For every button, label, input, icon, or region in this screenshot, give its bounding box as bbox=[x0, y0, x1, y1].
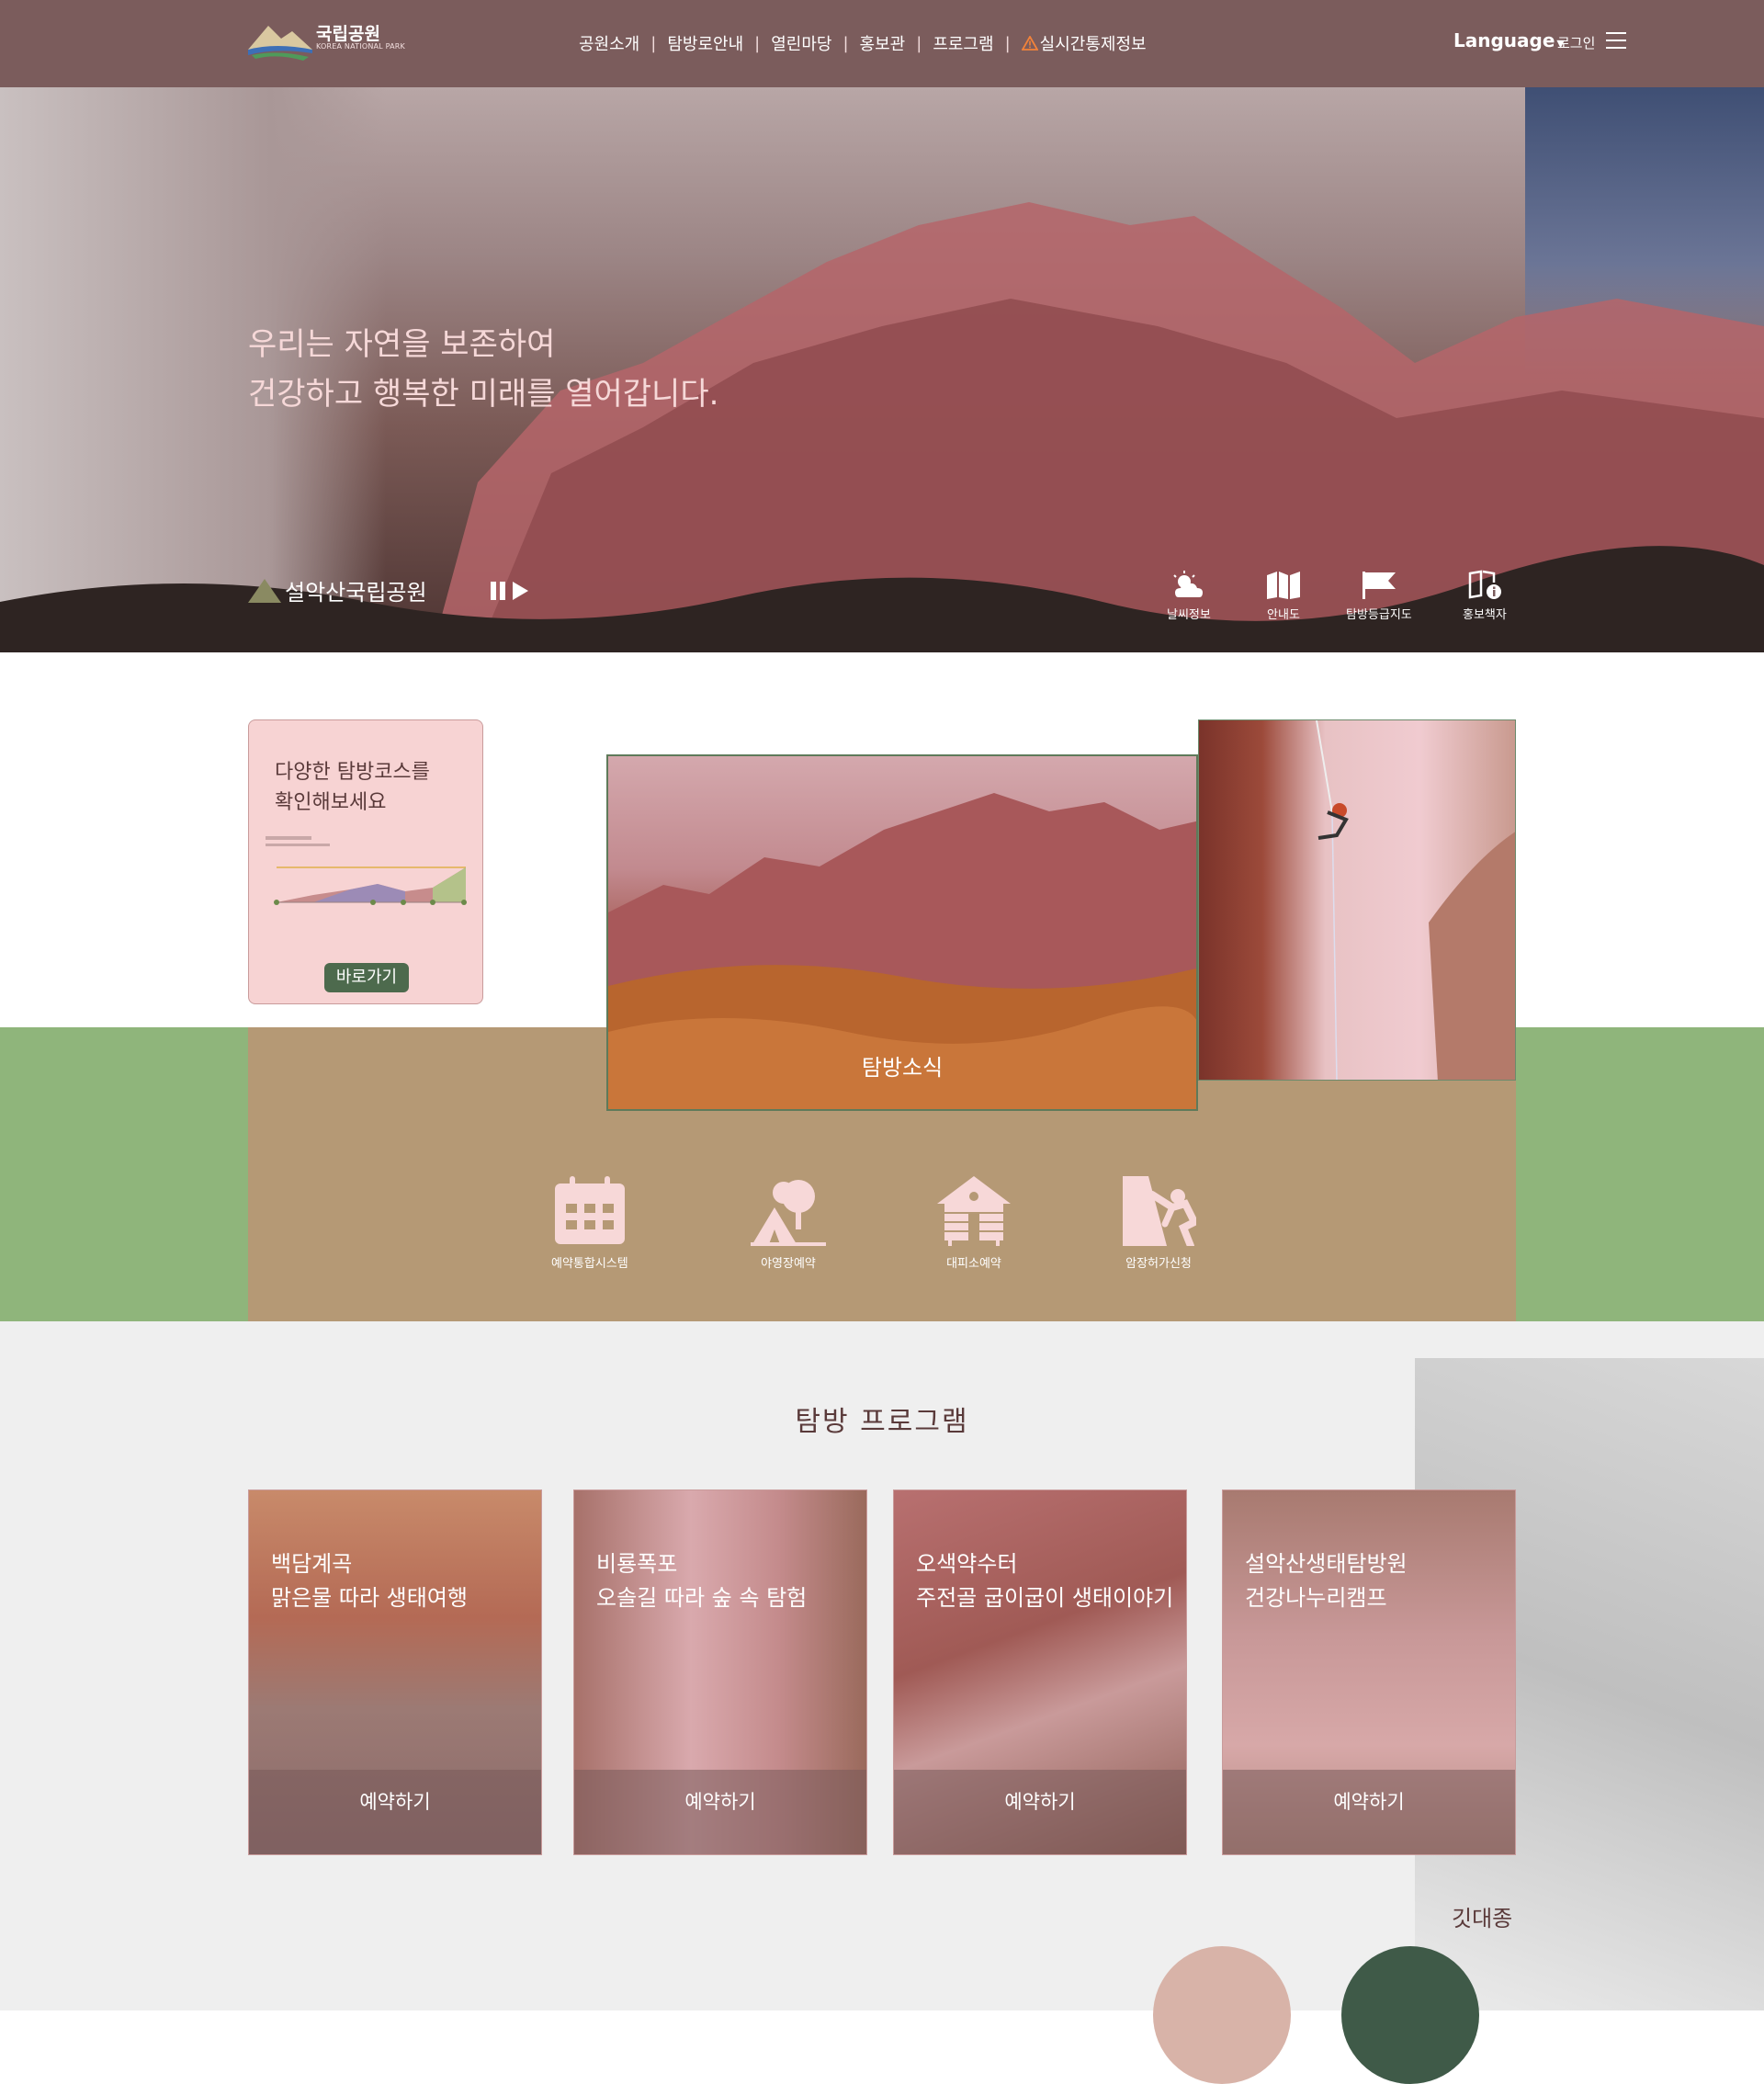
program-name-line: 주전골 굽이굽이 생태이야기 bbox=[916, 1585, 1174, 1611]
climbing-icon bbox=[1123, 1176, 1196, 1246]
program-name-line: 비룡폭포 bbox=[596, 1551, 678, 1577]
nav-item-park-intro[interactable]: 공원소개 bbox=[579, 31, 639, 55]
nav-item-pr-hall[interactable]: 홍보관 bbox=[860, 31, 906, 55]
course-elevation-chart bbox=[266, 836, 467, 905]
flag-icon bbox=[1362, 572, 1396, 599]
species-thumbnail[interactable] bbox=[1341, 1946, 1479, 2084]
logo[interactable]: 국립공원 KOREA NATIONAL PARK bbox=[248, 18, 441, 64]
map-icon bbox=[1267, 572, 1300, 599]
course-card-title-line: 확인해보세요 bbox=[275, 791, 387, 814]
service-climbing-permit[interactable]: 암장허가신청 bbox=[1121, 1176, 1196, 1271]
service-shelter-reservation[interactable]: 대피소예약 bbox=[937, 1176, 1011, 1271]
quick-link-map[interactable]: 안내도 bbox=[1265, 570, 1302, 622]
course-card-title-line: 다양한 탐방코스를 bbox=[275, 761, 430, 784]
reserve-button[interactable]: 예약하기 bbox=[894, 1770, 1186, 1854]
park-name-label: 설악산국립공원 bbox=[285, 580, 427, 606]
play-icon[interactable] bbox=[513, 582, 528, 600]
program-title: 탐방 프로그램 bbox=[795, 1406, 969, 1438]
camping-icon bbox=[751, 1180, 826, 1246]
calendar-icon bbox=[554, 1176, 625, 1244]
hero-slogan-line: 우리는 자연을 보존하여 bbox=[248, 326, 556, 363]
nav-item-programs[interactable]: 프로그램 bbox=[933, 31, 993, 55]
climbing-photo-art bbox=[1316, 720, 1515, 1080]
nav-separator: | bbox=[842, 33, 849, 53]
program-name: 비룡폭포 오솔길 따라 숲 속 탐험 bbox=[596, 1547, 807, 1615]
service-label: 예약통합시스템 bbox=[551, 1257, 628, 1271]
flagship-species-title: 깃대종 bbox=[1452, 1906, 1513, 1931]
language-select[interactable]: Language ▼ bbox=[1453, 29, 1565, 51]
program-card[interactable]: 설악산생태탐방원 건강나누리캠프 예약하기 bbox=[1222, 1489, 1516, 1855]
reserve-button[interactable]: 예약하기 bbox=[249, 1770, 541, 1854]
quick-link-grade-map[interactable]: 탐방등급지도 bbox=[1346, 570, 1412, 622]
logo-subtext: KOREA NATIONAL PARK bbox=[316, 42, 405, 51]
hero-slogan: 우리는 자연을 보존하여 건강하고 행복한 미래를 열어갑니다. bbox=[248, 320, 718, 419]
program-name: 설악산생태탐방원 건강나누리캠프 bbox=[1245, 1547, 1408, 1615]
program-name-line: 오색약수터 bbox=[916, 1551, 1018, 1577]
nav-item-label: 실시간통제정보 bbox=[1039, 35, 1147, 54]
brochure-icon bbox=[1468, 570, 1501, 599]
logo-mountain-icon bbox=[248, 26, 312, 61]
service-label: 야영장예약 bbox=[761, 1257, 816, 1271]
hamburger-menu-icon[interactable] bbox=[1606, 32, 1626, 51]
logo-text: 국립공원 bbox=[316, 24, 380, 44]
program-card[interactable]: 오색약수터 주전골 굽이굽이 생태이야기 예약하기 bbox=[893, 1489, 1187, 1855]
service-reservation-system[interactable]: 예약통합시스템 bbox=[551, 1176, 628, 1271]
slide-controls bbox=[491, 582, 528, 600]
program-name-line: 백담계곡 bbox=[271, 1551, 353, 1577]
service-links: 예약통합시스템 야영장예약 대피소예약 암장허가신청 bbox=[0, 1176, 1764, 1286]
login-link[interactable]: 로그인 bbox=[1557, 33, 1595, 52]
quick-link-label: 홍보책자 bbox=[1463, 608, 1507, 622]
service-label: 대피소예약 bbox=[946, 1257, 1001, 1271]
quick-link-label: 탐방등급지도 bbox=[1346, 608, 1412, 622]
reserve-button[interactable]: 예약하기 bbox=[1223, 1770, 1515, 1854]
news-card[interactable]: 탐방소식 bbox=[606, 754, 1198, 1111]
nav-separator: | bbox=[754, 33, 761, 53]
nav-item-realtime-control[interactable]: 실시간통제정보 bbox=[1021, 31, 1147, 55]
program-name-line: 건강나누리캠프 bbox=[1245, 1585, 1387, 1611]
news-label: 탐방소식 bbox=[861, 1055, 944, 1081]
program-name-line: 오솔길 따라 숲 속 탐험 bbox=[596, 1585, 808, 1611]
species-thumbnail[interactable] bbox=[1153, 1946, 1291, 2084]
weather-icon bbox=[1173, 571, 1203, 597]
program-name-line: 설악산생태탐방원 bbox=[1245, 1551, 1408, 1577]
program-card[interactable]: 비룡폭포 오솔길 따라 숲 속 탐험 예약하기 bbox=[573, 1489, 867, 1855]
hero-banner: 우리는 자연을 보존하여 건강하고 행복한 미래를 열어갑니다. 설악산국립공원… bbox=[0, 87, 1764, 652]
service-label: 암장허가신청 bbox=[1125, 1257, 1192, 1271]
quick-link-weather[interactable]: 날씨정보 bbox=[1167, 570, 1211, 622]
nav-separator: | bbox=[650, 33, 657, 53]
park-name: 설악산국립공원 bbox=[248, 574, 427, 606]
go-button[interactable]: 바로가기 bbox=[324, 963, 409, 992]
program-name: 오색약수터 주전골 굽이굽이 생태이야기 bbox=[916, 1547, 1173, 1615]
quick-link-label: 날씨정보 bbox=[1167, 608, 1211, 622]
reserve-button[interactable]: 예약하기 bbox=[574, 1770, 866, 1854]
pause-icon[interactable] bbox=[491, 582, 505, 600]
site-header: 국립공원 KOREA NATIONAL PARK 공원소개 | 탐방로안내 | … bbox=[0, 0, 1764, 87]
program-name-line: 맑은물 따라 생태여행 bbox=[271, 1585, 468, 1611]
warning-icon bbox=[1021, 36, 1038, 51]
nav-separator: | bbox=[1004, 33, 1011, 53]
program-name: 백담계곡 맑은물 따라 생태여행 bbox=[271, 1547, 468, 1615]
program-card[interactable]: 백담계곡 맑은물 따라 생태여행 예약하기 bbox=[248, 1489, 542, 1855]
utility-menu: Language ▼ 로그인 bbox=[1396, 29, 1764, 57]
nav-separator: | bbox=[916, 33, 922, 53]
shelter-icon bbox=[937, 1176, 1011, 1246]
main-nav: 공원소개 | 탐방로안내 | 열린마당 | 홍보관 | 프로그램 | 실시간통제… bbox=[579, 31, 1147, 55]
nav-item-open-forum[interactable]: 열린마당 bbox=[771, 31, 831, 55]
quick-link-label: 안내도 bbox=[1267, 608, 1300, 622]
quick-link-brochure[interactable]: 홍보책자 bbox=[1463, 570, 1507, 622]
service-camping-reservation[interactable]: 야영장예약 bbox=[751, 1176, 826, 1271]
language-label: Language bbox=[1453, 29, 1555, 51]
course-card[interactable]: 다양한 탐방코스를 확인해보세요 바로가기 bbox=[248, 719, 483, 1004]
climbing-photo bbox=[1198, 719, 1516, 1081]
mountain-icon bbox=[248, 578, 281, 603]
hero-slogan-line: 건강하고 행복한 미래를 열어갑니다. bbox=[248, 376, 719, 413]
nav-item-trail-guide[interactable]: 탐방로안내 bbox=[667, 31, 743, 55]
course-card-title: 다양한 탐방코스를 확인해보세요 bbox=[275, 757, 430, 818]
